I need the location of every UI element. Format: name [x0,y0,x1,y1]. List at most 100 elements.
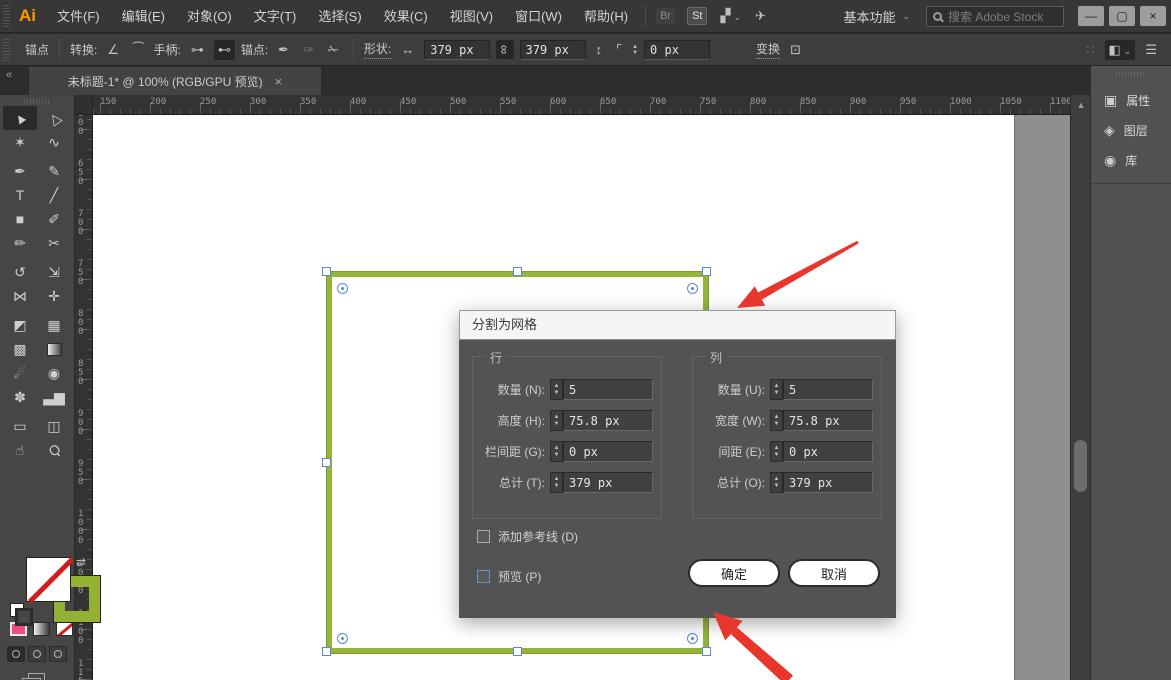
menu-item[interactable]: 编辑(E) [111,0,176,33]
menu-item[interactable]: 对象(O) [176,0,243,33]
scrollbar-thumb[interactable] [1074,440,1087,492]
mesh-tool[interactable]: ▩ [3,337,37,361]
paintbrush-tool[interactable]: ✐ [37,207,71,231]
shape-label[interactable]: 形状: [364,40,391,59]
panel-toggle-icon[interactable]: ◧⌄ [1105,40,1136,60]
stepper-icon[interactable]: ▲▼ [550,472,563,493]
transform-label[interactable]: 变换 [756,40,780,59]
document-tab[interactable]: 未标题-1* @ 100% (RGB/GPU 预览) × [29,67,321,95]
menu-item[interactable]: 窗口(W) [504,0,573,33]
corner-widget-top-left[interactable] [337,283,348,294]
draw-inside-button[interactable] [49,646,67,662]
stepper-icon[interactable]: ▲▼ [550,410,563,431]
preview-checkbox[interactable] [477,570,490,583]
menu-item[interactable]: 效果(C) [373,0,439,33]
panel-item-库[interactable]: ◉库 [1091,145,1171,175]
gradient-tool[interactable] [37,337,71,361]
draw-behind-button[interactable] [28,646,46,662]
horizontal-ruler[interactable]: 1502002503003504004505005506006507007508… [93,95,1070,115]
close-button[interactable]: × [1140,6,1166,26]
share-icon[interactable]: ✈ [755,8,766,24]
panel-item-属性[interactable]: ▣属性 [1091,85,1171,115]
stepper-icon[interactable]: ▲▼ [550,441,563,462]
perspective-grid-tool[interactable]: ▦ [37,313,71,337]
default-fill-stroke-icon[interactable] [10,603,24,617]
swap-fill-stroke-icon[interactable]: ⇄ [76,555,86,569]
stepper-icon[interactable]: ▲▼ [770,410,783,431]
corner-widget-bottom-right[interactable] [687,633,698,644]
menu-item[interactable]: 视图(V) [439,0,504,33]
line-segment-tool[interactable]: ╱ [37,183,71,207]
ok-button[interactable]: 确定 [688,559,780,587]
type-tool[interactable]: T [3,183,37,207]
stepper-icon[interactable]: ▲▼ [770,472,783,493]
cancel-button[interactable]: 取消 [788,559,880,587]
collapse-panels-icon[interactable]: « [6,69,12,81]
magic-wand-tool[interactable]: ✶ [3,130,37,154]
handle-bottom-left[interactable] [322,647,331,656]
column-graph-tool[interactable]: ▃▆ [37,385,71,409]
field-input[interactable] [563,472,653,493]
stock-search-input[interactable]: 搜索 Adobe Stock [926,6,1064,27]
corner-radius-input[interactable] [644,40,710,60]
shape-height-input[interactable] [520,40,586,60]
scale-tool[interactable]: ⇲ [37,260,71,284]
tab-close-icon[interactable]: × [275,74,283,89]
add-guides-checkbox-row[interactable]: 添加参考线 (D) [477,528,578,545]
field-input[interactable] [563,441,653,462]
convert-smooth-icon[interactable]: ⁀ [129,40,147,60]
dock-grid-icon[interactable]: ∷ [1082,40,1098,60]
menu-item[interactable]: 选择(S) [307,0,372,33]
handle-top-right[interactable] [702,267,711,276]
field-input[interactable] [563,379,653,400]
menu-item[interactable]: 文字(T) [243,0,308,33]
eyedropper-tool[interactable]: ☄ [3,361,37,385]
hide-handles-icon[interactable]: ⊷ [214,40,235,60]
rectangle-tool[interactable]: ■ [3,207,37,231]
menu-item[interactable]: 帮助(H) [573,0,639,33]
bridge-icon[interactable]: Br [656,8,675,24]
stepper-icon[interactable]: ▲▼ [550,379,563,400]
add-anchor-icon[interactable]: ✑ [299,40,318,60]
vertical-scrollbar[interactable]: ▲ [1070,95,1090,680]
cut-path-icon[interactable]: ✁ [324,40,343,60]
blend-tool[interactable]: ◉ [37,361,71,385]
direct-selection-tool[interactable]: △ [37,106,71,130]
zoom-tool[interactable]: Ϙ [37,438,71,462]
maximize-button[interactable]: ▢ [1109,6,1135,26]
width-tool[interactable]: ⋈ [3,284,37,308]
stock-icon[interactable]: St [687,7,707,25]
field-input[interactable] [563,410,653,431]
convert-corner-icon[interactable]: ∠ [103,40,123,60]
selection-tool[interactable]: ▲ [3,106,37,130]
link-dimensions-icon[interactable]: ∞ [496,40,513,59]
handle-top-left[interactable] [322,267,331,276]
handle-bottom-mid[interactable] [513,647,522,656]
bounding-box-icon[interactable]: ⊡ [786,40,805,60]
menu-item[interactable]: 文件(F) [46,0,111,33]
draw-normal-button[interactable] [7,646,25,662]
shaper-tool[interactable]: ✏ [3,231,37,255]
remove-anchor-icon[interactable]: ✒ [274,40,293,60]
preview-checkbox-row[interactable]: 预览 (P) [477,568,541,585]
handle-mid-left[interactable] [322,458,331,467]
ruler-corner[interactable] [75,95,93,115]
field-input[interactable] [783,472,873,493]
shape-width-input[interactable] [424,40,490,60]
handle-bottom-right[interactable] [702,647,711,656]
fill-swatch-none[interactable] [26,557,71,602]
artboard-tool[interactable]: ▭ [3,414,37,438]
menu-list-icon[interactable]: ☰ [1141,40,1161,60]
screen-mode-icon[interactable] [28,673,45,680]
show-handles-icon[interactable]: ⊶ [187,40,208,60]
field-input[interactable] [783,441,873,462]
scroll-up-icon[interactable]: ▲ [1071,97,1091,113]
arrange-documents-icon[interactable]: ▞⌄ [720,8,741,24]
lasso-tool[interactable]: ∿ [37,130,71,154]
workspace-switcher[interactable]: 基本功能 ⌄ [833,7,920,26]
none-chip[interactable] [56,622,73,636]
puppet-warp-tool[interactable]: ✛ [37,284,71,308]
curvature-tool[interactable]: ✎ [37,159,71,183]
field-input[interactable] [783,379,873,400]
dialog-title[interactable]: 分割为网格 [459,310,896,340]
